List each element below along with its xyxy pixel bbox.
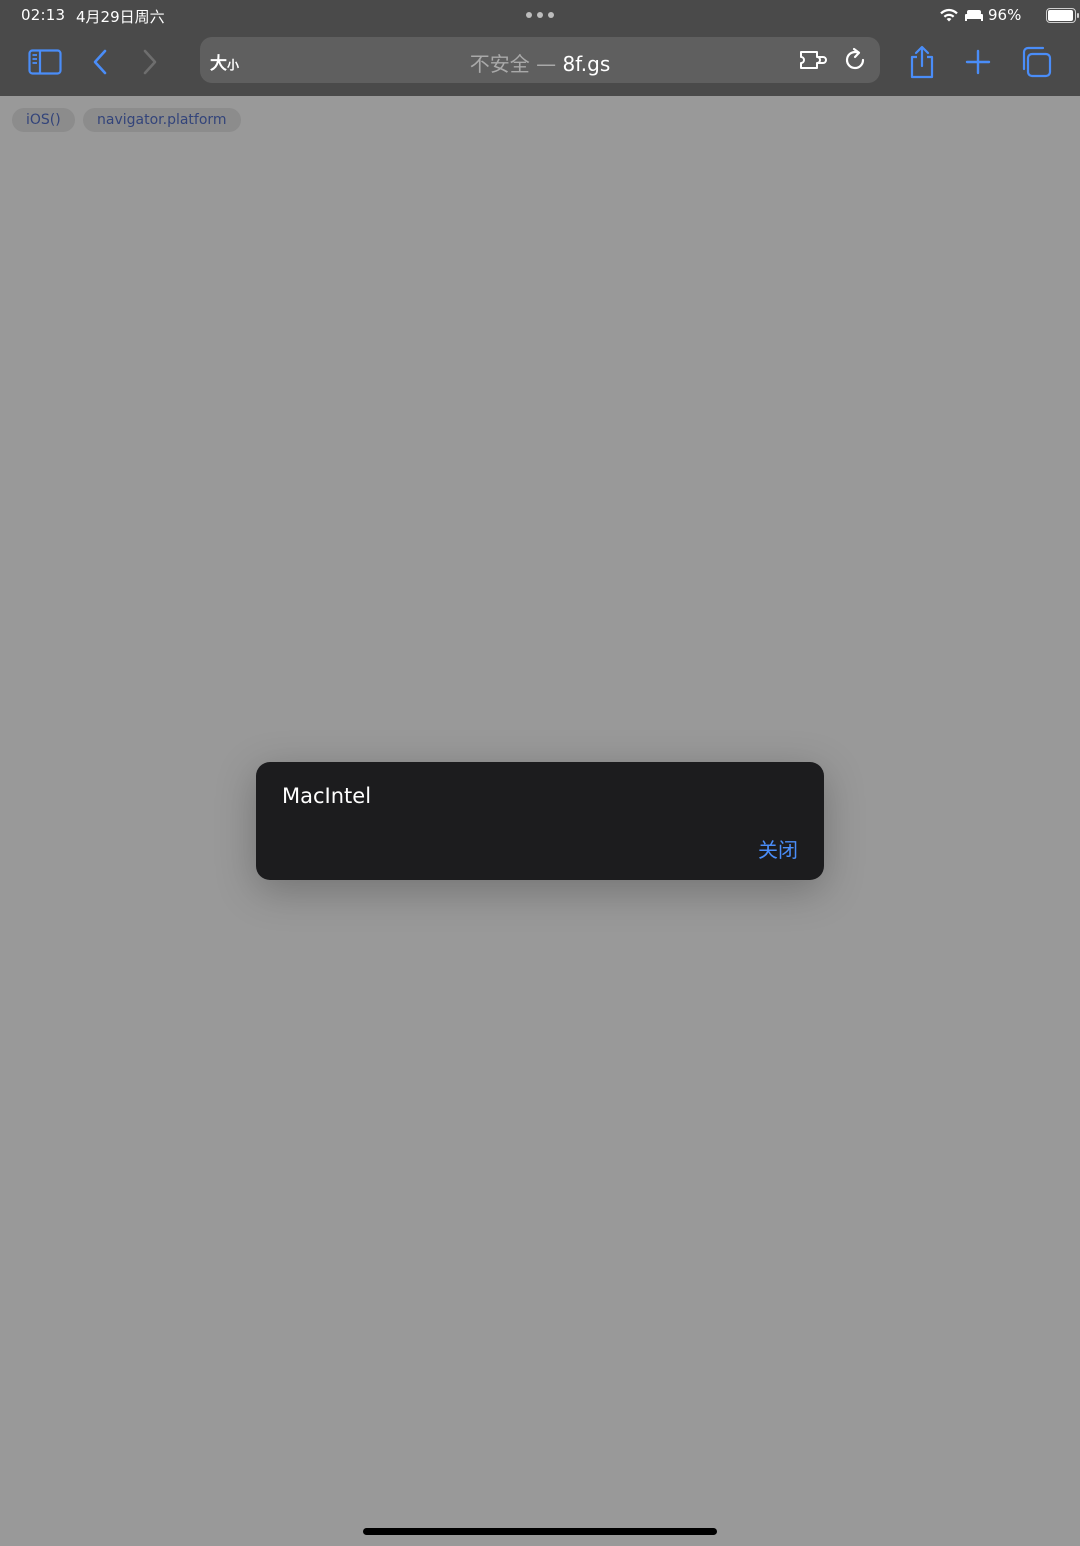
reload-icon[interactable] xyxy=(842,47,868,73)
status-bar: 02:13 4月29日周六 96% xyxy=(0,0,1080,32)
new-tab-icon[interactable] xyxy=(958,42,998,82)
alert-dialog: MacIntel 关闭 xyxy=(256,762,824,880)
navigator-platform-button[interactable]: navigator.platform xyxy=(83,108,241,132)
battery-percent: 96% xyxy=(988,6,1022,24)
battery-icon xyxy=(1046,8,1079,23)
forward-icon[interactable] xyxy=(130,42,170,82)
url-domain: 8f.gs xyxy=(562,52,611,76)
url-text: 不安全 — 8f.gs xyxy=(200,48,880,77)
home-indicator[interactable] xyxy=(363,1528,717,1535)
insecure-label: 不安全 — xyxy=(469,52,563,76)
close-button[interactable]: 关闭 xyxy=(758,834,798,863)
ios-button[interactable]: iOS() xyxy=(12,108,75,132)
tabs-icon[interactable] xyxy=(1016,42,1056,82)
browser-toolbar: 大小 不安全 — 8f.gs xyxy=(0,32,1080,96)
multitasking-dots-icon[interactable] xyxy=(524,10,556,20)
sidebar-icon[interactable] xyxy=(25,42,65,82)
status-date: 4月29日周六 xyxy=(76,8,165,26)
extension-icon[interactable] xyxy=(798,47,828,73)
bed-icon xyxy=(965,10,983,21)
address-bar[interactable]: 大小 不安全 — 8f.gs xyxy=(200,37,880,83)
back-icon[interactable] xyxy=(80,42,120,82)
status-time: 02:13 xyxy=(21,6,66,24)
alert-message: MacIntel xyxy=(282,784,372,808)
wifi-icon xyxy=(940,8,958,22)
share-icon[interactable] xyxy=(902,42,942,82)
